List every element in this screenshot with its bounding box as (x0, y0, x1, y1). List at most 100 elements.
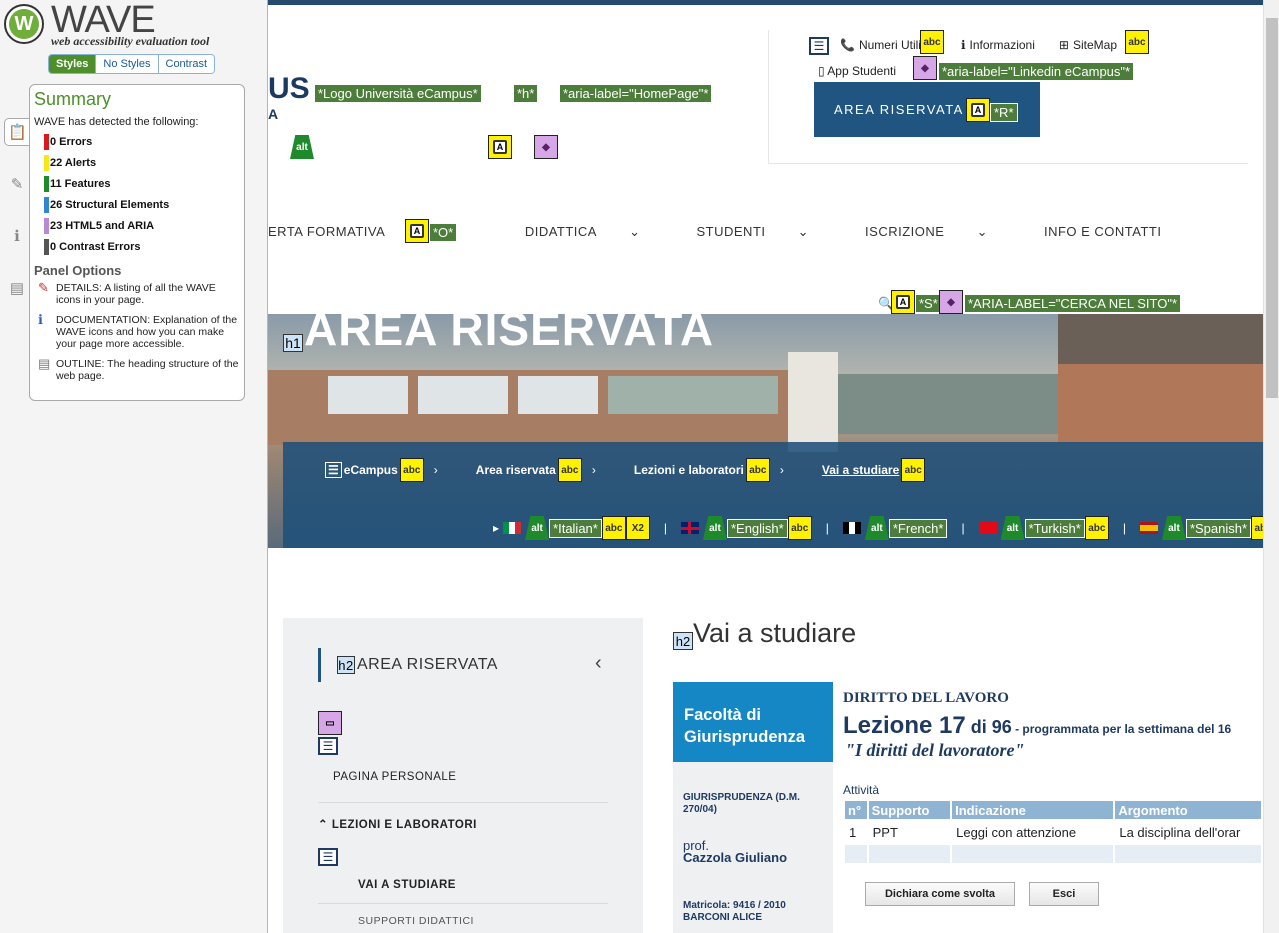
divider (318, 802, 608, 803)
link-sitemap[interactable]: SiteMap (1073, 38, 1117, 52)
lesson-topic: "I diritti del lavoratore" (845, 740, 1025, 760)
details-icon: ✎ (38, 280, 49, 295)
aria-label-icon: ◆ (913, 56, 937, 80)
nav-studenti[interactable]: STUDENTI ⌄ (697, 224, 838, 240)
course-info: GIURISPRUDENZA (D.M. 270/04) prof. Cazzo… (673, 762, 833, 933)
wave-tag-search: *ARIA-LABEL="CERCA NEL SITO"* (964, 294, 1182, 313)
flag-italy-icon[interactable] (503, 522, 522, 534)
table-cell[interactable]: PPT (868, 820, 951, 844)
breadcrumb: ☰ eCampus abc › Area riservata abc › Lez… (325, 458, 926, 482)
page-title: Vai a studiare (693, 618, 857, 648)
vertical-scrollbar[interactable] (1263, 0, 1279, 933)
sidebar-item-supporti[interactable]: SUPPORTI DIDATTICI (358, 915, 474, 927)
abc-alert-icon: abc (1084, 516, 1109, 540)
stat-errors[interactable]: 0 Errors (34, 134, 240, 155)
wave-logo: W (4, 4, 44, 44)
abc-alert-icon: abc (901, 458, 926, 482)
lesson-schedule: - programmata per la settimana del 16 (1011, 722, 1232, 736)
sidebar-item-pagina-personale[interactable]: PAGINA PERSONALE (333, 771, 456, 783)
lang-turkish[interactable]: *Turkish* (1024, 518, 1085, 538)
summary-title: Summary (34, 89, 112, 109)
alt-text-icon: alt (864, 516, 889, 540)
app-studenti-link[interactable]: ▯ App Studenti (818, 64, 896, 78)
wave-tag-s: *S* (915, 294, 942, 313)
outline-tab-icon[interactable]: ▤ (4, 274, 30, 302)
stat-contrast[interactable]: 0 Contrast Errors (34, 239, 240, 260)
hero-banner: AREA RISERVATA h1 ☰ eCampus abc › Area r… (268, 314, 1263, 548)
link-alert-icon: A (966, 98, 990, 122)
abc-alert-icon: abc (920, 30, 944, 54)
lang-french[interactable]: *French* (888, 518, 948, 538)
wave-tag-linkedin: *aria-label="Linkedin eCampus"* (938, 62, 1135, 81)
aria-label-icon: ◆ (939, 290, 963, 314)
no-styles-button[interactable]: No Styles (96, 55, 159, 73)
lang-italian[interactable]: *Italian* (549, 518, 602, 538)
wave-tag-h: *h* (513, 84, 539, 103)
nav-label: ISCRIZIONE (865, 224, 945, 239)
caret-right-icon: ▸ (493, 521, 500, 535)
window (518, 376, 598, 414)
logo-fragment[interactable]: US (268, 72, 310, 106)
abc-alert-icon: abc (557, 458, 582, 482)
sitemap-icon: ⊞ (1058, 38, 1069, 52)
redundant-link-icon: X2 (625, 516, 650, 540)
column-header: n° (843, 799, 869, 821)
window (608, 376, 778, 414)
aria-label-icon: ◆ (534, 135, 558, 159)
flag-french-icon[interactable] (842, 522, 861, 534)
esci-button[interactable]: Esci (1029, 882, 1099, 906)
abc-alert-icon: abc (601, 516, 626, 540)
activities-label: Attività (843, 783, 880, 797)
column-header: Supporto (866, 799, 953, 821)
lang-english[interactable]: *English* (726, 518, 788, 538)
h2-icon: h2 (673, 632, 693, 650)
flag-turkey-icon[interactable] (978, 522, 997, 534)
breadcrumb-area-riservata[interactable]: Area riservata (476, 463, 556, 477)
link-informazioni[interactable]: Informazioni (970, 38, 1035, 52)
sidebar-item-lezioni[interactable]: ⌃ LEZIONI E LABORATORI (318, 817, 477, 831)
option-outline[interactable]: ▤ OUTLINE: The heading structure of the w… (34, 357, 240, 382)
lesson-content: DIRITTO DEL LAVORO Lezione 17 di 96 - pr… (833, 682, 1263, 933)
link-numeri-utili[interactable]: Numeri Utili (859, 38, 921, 52)
stat-features[interactable]: 11 Features (34, 176, 240, 197)
abc-alert-icon: abc (745, 458, 770, 482)
student-name: BARCONI ALICE (683, 912, 763, 923)
wave-style-toggle: Styles No Styles Contrast (48, 54, 216, 74)
stats-list: 0 Errors 22 Alerts 11 Features 26 Struct… (34, 134, 240, 260)
sidebar-item-vai-a-studiare[interactable]: VAI A STUDIARE (358, 879, 456, 891)
nav-label: DIDATTICA (524, 224, 597, 239)
option-details[interactable]: ✎ DETAILS: A listing of all the WAVE icon… (34, 280, 240, 306)
styles-button[interactable]: Styles (49, 55, 97, 73)
nav-info-contatti[interactable]: INFO E CONTATTI (1044, 224, 1162, 240)
stat-alerts[interactable]: 22 Alerts (34, 155, 240, 176)
breadcrumb-ecampus[interactable]: eCampus (344, 463, 398, 477)
scrollbar-thumb[interactable] (1266, 18, 1278, 398)
chevron-up-icon: ⌃ (318, 819, 332, 831)
top-border (268, 0, 1263, 5)
hero-building (268, 370, 788, 445)
breadcrumb-list-icon: ☰ (325, 462, 342, 478)
details-tab-icon[interactable]: ✎ (4, 170, 30, 198)
breadcrumb-lezioni[interactable]: Lezioni e laboratori (634, 463, 744, 477)
breadcrumb-vai-a-studiare[interactable]: Vai a studiare (822, 463, 899, 477)
collapse-chevron-icon[interactable]: ‹ (595, 652, 602, 675)
stat-aria[interactable]: 23 HTML5 and ARIA (34, 218, 240, 239)
nav-didattica[interactable]: DIDATTICA ⌄ (525, 224, 669, 240)
chevron-down-icon: ⌄ (797, 224, 810, 239)
wave-sidebar: W WAVE web accessibility evaluation tool… (0, 0, 268, 933)
option-documentation[interactable]: ℹ DOCUMENTATION: Explanation of the WAVE … (34, 313, 240, 350)
info-link-icon: ℹ (960, 38, 966, 52)
chevron-right-icon: › (433, 463, 438, 477)
flag-uk-icon[interactable] (680, 522, 699, 534)
dichiara-svolta-button[interactable]: Dichiara come svolta (865, 882, 1015, 906)
stat-structural[interactable]: 26 Structural Elements (34, 197, 240, 218)
summary-tab-icon[interactable]: 📋 (4, 118, 30, 146)
flag-spain-icon[interactable] (1139, 522, 1158, 534)
table-cell: 1 (849, 824, 857, 840)
matricola: Matricola: 9416 / 2010 (683, 900, 786, 911)
nav-iscrizione[interactable]: ISCRIZIONE ⌄ (865, 224, 1016, 240)
lang-spanish[interactable]: *Spanish* (1185, 518, 1252, 538)
contrast-button[interactable]: Contrast (158, 55, 215, 73)
course-title: DIRITTO DEL LAVORO (843, 690, 1009, 706)
documentation-tab-icon[interactable]: ℹ (4, 222, 30, 250)
